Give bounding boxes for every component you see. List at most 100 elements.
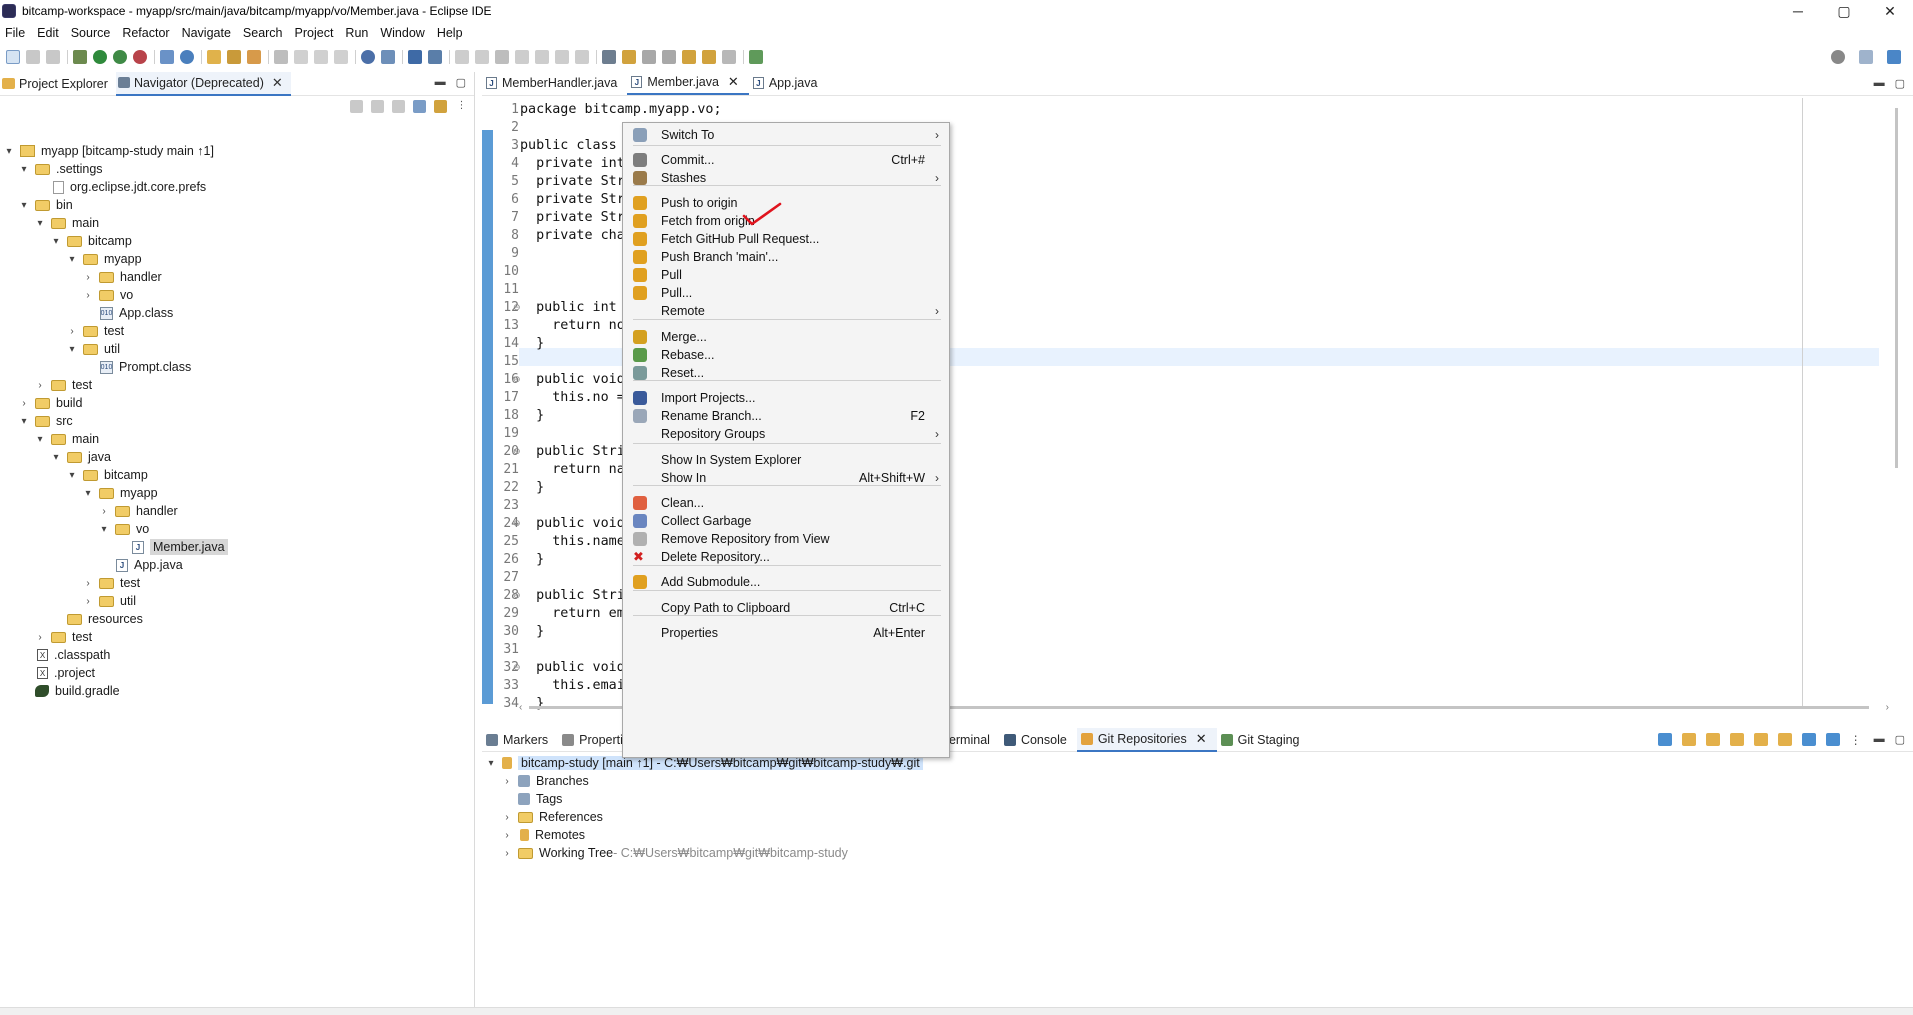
tree-item[interactable]: ▾ util <box>67 340 120 358</box>
add-repository-icon[interactable] <box>1681 733 1696 746</box>
tab-git-staging[interactable]: Git Staging <box>1217 728 1310 752</box>
code-line[interactable]: private Str <box>520 191 625 209</box>
menu-item-copy-path-to-clipboard[interactable]: Copy Path to Clipboard Ctrl+C <box>623 597 949 619</box>
menu-help[interactable]: Help <box>432 26 470 40</box>
search-tool-icon[interactable] <box>247 50 261 64</box>
save-all-icon[interactable] <box>46 50 60 64</box>
menu-window[interactable]: Window <box>375 26 431 40</box>
menu-item-remote[interactable]: Remote › <box>623 300 949 322</box>
tab-console[interactable]: Console <box>1000 728 1077 752</box>
tree-item[interactable]: ▾ myapp <box>83 484 157 502</box>
open-task-icon[interactable] <box>227 50 241 64</box>
tab-git-repositories[interactable]: Git Repositories ✕ <box>1076 727 1217 752</box>
code-line[interactable]: public Stri <box>520 443 625 461</box>
tree-item[interactable]: ▾ myapp <box>67 250 141 268</box>
vertical-scrollbar[interactable] <box>1890 98 1902 698</box>
clone-repository-icon[interactable] <box>1705 733 1720 746</box>
tree-item[interactable]: ▾ myapp [bitcamp-study main ↑1] <box>4 142 214 160</box>
tree-item[interactable]: › handler <box>83 268 161 286</box>
menu-refactor[interactable]: Refactor <box>117 26 176 40</box>
code-line[interactable]: private cha <box>520 227 625 245</box>
code-line[interactable]: return no <box>520 317 625 335</box>
mark-occurrences-icon[interactable] <box>622 50 636 64</box>
tab-app-java[interactable]: J App.java <box>749 71 828 95</box>
code-line[interactable]: public void <box>520 515 625 533</box>
forward-nav-icon[interactable] <box>371 100 384 113</box>
forward-icon[interactable] <box>722 50 736 64</box>
save-icon[interactable] <box>26 50 40 64</box>
tab-terminal[interactable]: erminal <box>945 728 1000 752</box>
fetch-icon[interactable] <box>1753 733 1768 746</box>
resume-icon[interactable] <box>455 50 469 64</box>
external-tools-icon[interactable] <box>133 50 147 64</box>
maximize-view-icon[interactable]: ▢ <box>456 76 466 89</box>
tree-item[interactable]: ▾ bitcamp <box>67 466 147 484</box>
code-line[interactable]: public int <box>520 299 617 317</box>
new-java-project-icon[interactable] <box>160 50 174 64</box>
close-window-button[interactable]: ✕ <box>1867 0 1913 22</box>
menu-source[interactable]: Source <box>66 26 118 40</box>
menu-item-reset[interactable]: Reset... <box>623 362 949 384</box>
create-repository-icon[interactable] <box>1729 733 1744 746</box>
menu-file[interactable]: File <box>0 26 32 40</box>
tree-item[interactable]: ▾ vo <box>99 520 149 538</box>
link-with-editor-icon[interactable] <box>434 100 447 113</box>
tab-memberhandler-java[interactable]: J MemberHandler.java <box>482 71 627 95</box>
code-line[interactable]: public class <box>520 137 617 155</box>
pin-editor-icon[interactable] <box>749 50 763 64</box>
code-line[interactable]: this.name <box>520 533 625 551</box>
tree-item[interactable]: ▾ bin <box>19 196 72 214</box>
skip-breakpoints-icon[interactable] <box>428 50 442 64</box>
pull-icon[interactable] <box>1777 733 1792 746</box>
tree-item[interactable]: ▾ java <box>51 448 110 466</box>
close-icon[interactable]: ✕ <box>1196 731 1207 747</box>
tree-item[interactable]: build.gradle <box>19 682 120 700</box>
code-line[interactable]: private int <box>520 155 625 173</box>
code-line[interactable]: package bitcamp.myapp.vo; <box>520 101 722 119</box>
globe-icon[interactable] <box>361 50 375 64</box>
block-icon[interactable] <box>314 50 328 64</box>
maximize-editor-icon[interactable]: ▢ <box>1895 77 1905 90</box>
tree-item[interactable]: › test <box>35 376 92 394</box>
suspend-icon[interactable] <box>475 50 489 64</box>
tree-item[interactable]: › handler <box>99 502 177 520</box>
terminal-icon[interactable] <box>408 50 422 64</box>
repo-child-branches[interactable]: › Branches <box>502 772 588 790</box>
back-icon[interactable] <box>702 50 716 64</box>
tree-item[interactable]: 010 Prompt.class <box>83 358 191 376</box>
menu-item-repository-groups[interactable]: Repository Groups › <box>623 423 949 445</box>
minimize-view-icon[interactable]: ▬ <box>435 76 446 89</box>
tab-markers[interactable]: Markers <box>482 728 558 752</box>
code-line[interactable]: this.emai <box>520 677 625 695</box>
tree-item[interactable]: ▾ main <box>35 430 99 448</box>
view-menu-icon[interactable]: ⋮ <box>1850 733 1864 747</box>
tree-item[interactable]: ▾ .settings <box>19 160 102 178</box>
menu-navigate[interactable]: Navigate <box>177 26 238 40</box>
tree-item[interactable]: 010 App.class <box>83 304 173 322</box>
toggle-word-wrap-icon[interactable] <box>602 50 616 64</box>
code-line[interactable]: public void <box>520 371 625 389</box>
collapse-all-icon[interactable] <box>413 100 426 113</box>
menu-item-show-in[interactable]: Show In Alt+Shift+W › <box>623 467 949 489</box>
maximize-view-icon[interactable]: ▢ <box>1895 733 1905 746</box>
team-icon[interactable] <box>381 50 395 64</box>
pin-icon[interactable] <box>294 50 308 64</box>
code-line[interactable]: private Str <box>520 209 625 227</box>
java-perspective-icon[interactable] <box>1887 50 1901 64</box>
tree-item[interactable]: resources <box>51 610 143 628</box>
tree-item[interactable]: J Member.java <box>115 538 228 556</box>
pilcrow-icon[interactable] <box>334 50 348 64</box>
annotation-icon[interactable] <box>274 50 288 64</box>
menu-run[interactable]: Run <box>340 26 375 40</box>
previous-annotation-icon[interactable] <box>662 50 676 64</box>
menu-search[interactable]: Search <box>238 26 290 40</box>
minimize-editor-icon[interactable]: ▬ <box>1874 77 1885 90</box>
disconnect-icon[interactable] <box>515 50 529 64</box>
tree-item[interactable]: › test <box>83 574 140 592</box>
code-line[interactable]: public Stri <box>520 587 625 605</box>
minimize-button[interactable]: ─ <box>1775 0 1821 22</box>
up-nav-icon[interactable] <box>392 100 405 113</box>
menu-item-delete-repository[interactable]: ✖ Delete Repository... <box>623 546 949 568</box>
debug-icon[interactable] <box>73 50 87 64</box>
code-line[interactable]: } <box>520 407 544 425</box>
